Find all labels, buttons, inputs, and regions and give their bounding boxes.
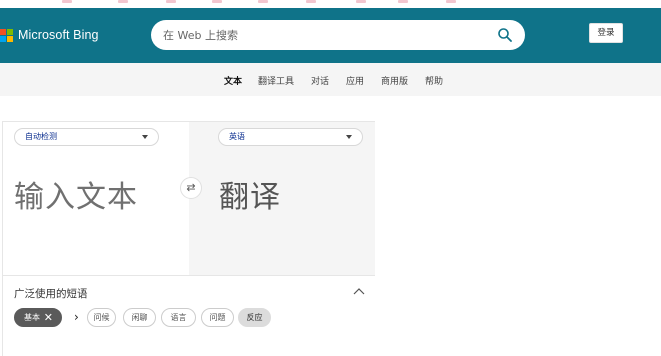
tab-apps[interactable]: 应用 — [346, 74, 364, 87]
chevron-right-icon[interactable]: › — [74, 310, 79, 324]
search-icon[interactable] — [497, 27, 513, 43]
translation-output: 翻译 — [219, 180, 281, 215]
tab-text[interactable]: 文本 — [224, 74, 242, 87]
tab-translation-tools[interactable]: 翻译工具 — [258, 74, 294, 87]
translator-panel: 自动检测 输入文本 英语 翻译 ⇄ 广泛使用的短语 基本 ✕ › 问候 闲聊 语… — [2, 121, 375, 356]
swap-icon: ⇄ — [186, 181, 196, 194]
microsoft-logo-icon[interactable] — [0, 29, 13, 42]
chip-basic[interactable]: 基本 ✕ — [14, 308, 62, 327]
chevron-down-icon — [142, 135, 148, 139]
search-input[interactable] — [163, 27, 493, 43]
close-icon[interactable]: ✕ — [44, 309, 53, 326]
chip-basic-label: 基本 — [24, 313, 40, 322]
signin-button[interactable]: 登录 — [589, 23, 623, 43]
source-language-label: 自动检测 — [25, 132, 57, 141]
chevron-down-icon — [346, 135, 352, 139]
phrases-title: 广泛使用的短语 — [14, 288, 88, 300]
top-strip — [0, 0, 661, 8]
translator-nav: 文本 翻译工具 对话 应用 商用版 帮助 — [0, 63, 661, 96]
header-bar: Microsoft Bing 登录 — [0, 8, 661, 63]
target-pane: 英语 翻译 — [189, 122, 375, 275]
target-language-select[interactable]: 英语 — [218, 128, 363, 146]
source-language-select[interactable]: 自动检测 — [14, 128, 159, 146]
phrases-section: 广泛使用的短语 基本 ✕ › 问候 闲聊 语言 问题 反应 — [3, 275, 375, 356]
brand-name[interactable]: Microsoft Bing — [18, 28, 99, 42]
chip-language[interactable]: 语言 — [161, 308, 196, 327]
source-text-input[interactable]: 输入文本 — [14, 172, 138, 216]
swap-languages-button[interactable]: ⇄ — [180, 177, 202, 199]
chip-chat[interactable]: 闲聊 — [123, 308, 156, 327]
tab-help[interactable]: 帮助 — [425, 74, 443, 87]
chevron-up-icon[interactable] — [353, 287, 365, 297]
source-pane[interactable]: 自动检测 输入文本 — [3, 122, 189, 275]
tab-conversation[interactable]: 对话 — [311, 74, 329, 87]
search-box[interactable] — [151, 20, 525, 50]
chip-questions[interactable]: 问题 — [201, 308, 234, 327]
tab-business[interactable]: 商用版 — [381, 74, 408, 87]
chip-greetings[interactable]: 问候 — [87, 308, 116, 327]
chip-reactions[interactable]: 反应 — [238, 308, 271, 327]
target-language-label: 英语 — [229, 132, 245, 141]
